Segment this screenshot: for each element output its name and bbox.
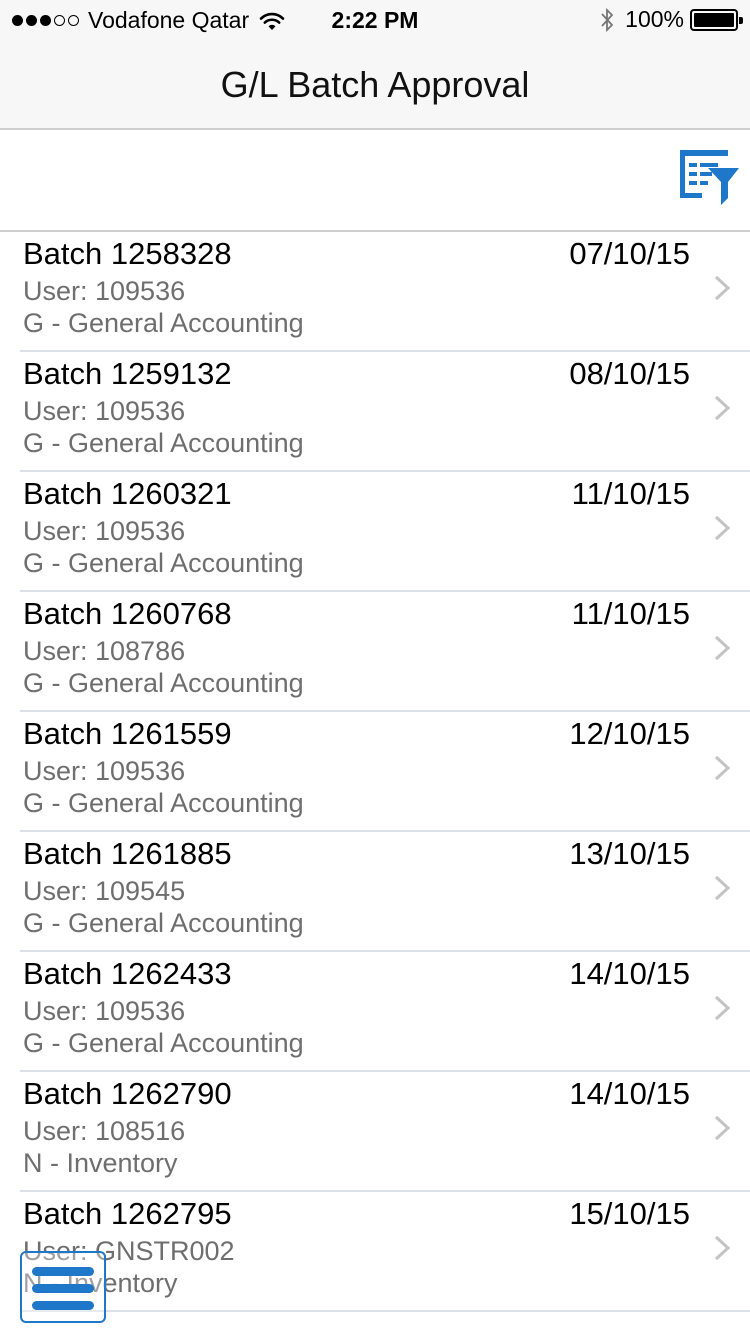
batch-number: Batch 1260768 <box>23 596 232 631</box>
batch-row[interactable]: Batch 1258328 07/10/15 User: 109536 G - … <box>20 232 750 352</box>
chevron-right-icon <box>714 395 731 421</box>
batch-ledger-type: G - General Accounting <box>23 668 304 698</box>
batch-user: User: 109536 <box>23 516 186 546</box>
batch-number: Batch 1262433 <box>23 956 232 991</box>
chevron-right-icon <box>714 515 731 541</box>
chevron-right-icon <box>714 1115 731 1141</box>
batch-row[interactable]: Batch 1262795 15/10/15 User: GNSTR002 N … <box>20 1192 750 1312</box>
batch-user: User: 109545 <box>23 876 186 906</box>
battery-icon <box>690 8 743 31</box>
batch-ledger-type: G - General Accounting <box>23 548 304 578</box>
batch-row[interactable]: Batch 1261885 13/10/15 User: 109545 G - … <box>20 832 750 952</box>
batch-user: User: 109536 <box>23 276 186 306</box>
batch-user: User: 109536 <box>23 756 186 786</box>
batch-row[interactable]: Batch 1262790 14/10/15 User: 108516 N - … <box>20 1072 750 1192</box>
chevron-right-icon <box>714 995 731 1021</box>
batch-row[interactable]: Batch 1259132 08/10/15 User: 109536 G - … <box>20 352 750 472</box>
batch-number: Batch 1261885 <box>23 836 232 871</box>
batch-date: 11/10/15 <box>571 596 690 631</box>
batch-user: User: 109536 <box>23 996 186 1026</box>
chevron-right-icon <box>714 635 731 661</box>
batch-row[interactable]: Batch 1260321 11/10/15 User: 109536 G - … <box>20 472 750 592</box>
batch-date: 07/10/15 <box>569 236 690 271</box>
batch-ledger-type: N - Inventory <box>23 1148 178 1178</box>
chevron-right-icon <box>714 755 731 781</box>
filter-button[interactable] <box>678 148 740 208</box>
bluetooth-icon <box>601 7 614 32</box>
batch-date: 08/10/15 <box>569 356 690 391</box>
batch-user: User: 108786 <box>23 636 186 666</box>
page-title: G/L Batch Approval <box>220 64 530 105</box>
chevron-right-icon <box>714 875 731 901</box>
list-toolbar <box>0 130 750 232</box>
batch-date: 15/10/15 <box>569 1196 690 1231</box>
batch-number: Batch 1260321 <box>23 476 232 511</box>
menu-button[interactable] <box>20 1251 106 1323</box>
batch-number: Batch 1262790 <box>23 1076 232 1111</box>
batch-list: Batch 1258328 07/10/15 User: 109536 G - … <box>0 232 750 1312</box>
batch-user: User: 109536 <box>23 396 186 426</box>
batch-user: User: 108516 <box>23 1116 186 1146</box>
batch-ledger-type: G - General Accounting <box>23 1028 304 1058</box>
batch-row[interactable]: Batch 1261559 12/10/15 User: 109536 G - … <box>20 712 750 832</box>
batch-ledger-type: G - General Accounting <box>23 908 304 938</box>
batch-number: Batch 1261559 <box>23 716 232 751</box>
status-bar: Vodafone Qatar 2:22 PM 100% <box>0 0 750 40</box>
batch-date: 11/10/15 <box>571 476 690 511</box>
batch-ledger-type: G - General Accounting <box>23 788 304 818</box>
chevron-right-icon <box>714 275 731 301</box>
battery-percent: 100% <box>625 6 684 32</box>
filter-list-icon <box>680 150 739 205</box>
batch-ledger-type: G - General Accounting <box>23 308 304 338</box>
batch-number: Batch 1262795 <box>23 1196 232 1231</box>
batch-number: Batch 1258328 <box>23 236 232 271</box>
batch-date: 13/10/15 <box>569 836 690 871</box>
navigation-bar: G/L Batch Approval <box>0 40 750 130</box>
batch-date: 14/10/15 <box>569 956 690 991</box>
chevron-right-icon <box>714 1235 731 1261</box>
batch-number: Batch 1259132 <box>23 356 232 391</box>
batch-date: 14/10/15 <box>569 1076 690 1111</box>
batch-date: 12/10/15 <box>569 716 690 751</box>
batch-ledger-type: G - General Accounting <box>23 428 304 458</box>
status-right: 100% <box>599 6 743 33</box>
batch-row[interactable]: Batch 1262433 14/10/15 User: 109536 G - … <box>20 952 750 1072</box>
batch-row[interactable]: Batch 1260768 11/10/15 User: 108786 G - … <box>20 592 750 712</box>
